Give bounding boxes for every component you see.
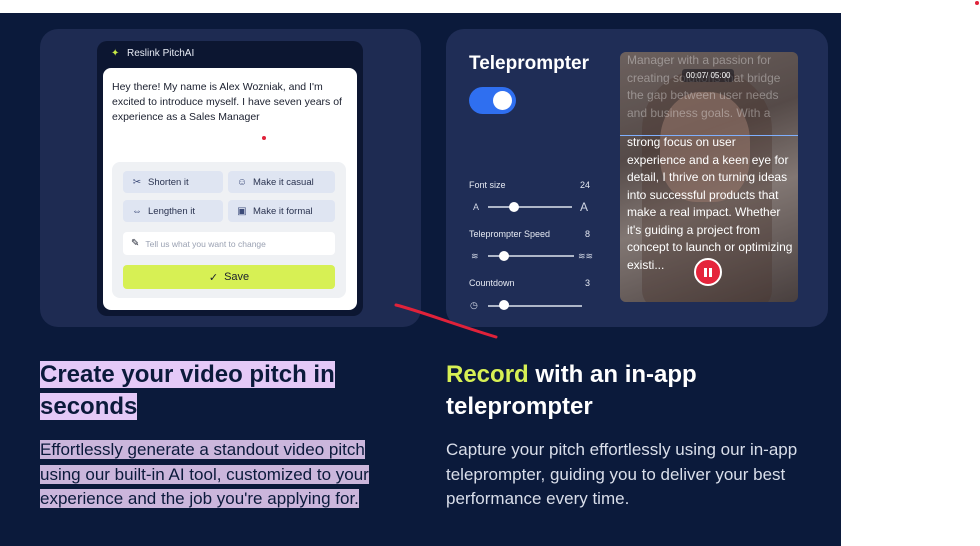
change-request-input[interactable]: ✎ Tell us what you want to change [123,232,335,255]
pause-icon-bar [704,267,707,277]
faded-script-text: Manager with a passion for creating solu… [627,53,781,120]
lengthen-button[interactable]: ⇔ Lengthen it [123,200,223,222]
check-icon: ✓ [208,271,219,284]
teleprompter-title: Teleprompter [469,53,590,74]
countdown-value: 3 [585,278,591,288]
shorten-label: Shorten it [148,176,189,188]
make-casual-label: Make it casual [253,176,314,188]
change-request-placeholder: Tell us what you want to change [145,238,266,249]
make-casual-button[interactable]: ☺ Make it casual [228,171,335,193]
create-pitch-heading-text: Create your video pitch in seconds [40,361,335,420]
scissors-icon: ✂ [132,176,142,188]
shorten-button[interactable]: ✂ Shorten it [123,171,223,193]
create-pitch-description: Effortlessly generate a standout video p… [40,438,410,512]
annotation-stroke [394,303,498,339]
record-heading-accent: Record [446,361,529,388]
font-size-label: Font size [469,180,506,190]
font-size-slider-handle[interactable] [509,202,519,212]
pitch-ai-card: ✦ Reslink PitchAI Hey there! My name is … [40,29,421,327]
recording-timer: 00:07/ 05:00 [682,69,735,82]
pitch-ai-header: ✦ Reslink PitchAI [111,48,194,59]
lengthen-label: Lengthen it [148,205,196,217]
pitch-message[interactable]: Hey there! My name is Alex Wozniak, and … [112,80,352,125]
teleprompter-card: Teleprompter Font size 24 A A Teleprompt… [446,29,828,327]
red-marker-dot [975,1,979,5]
speed-value: 8 [585,229,591,239]
make-formal-label: Make it formal [253,205,313,217]
slow-speed-icon: ≋ [471,251,479,261]
save-button[interactable]: ✓ Save [123,265,335,289]
magic-wand-icon: ✦ [111,47,120,59]
save-label: Save [224,271,250,283]
pitch-ai-panel: Hey there! My name is Alex Wozniak, and … [103,68,357,310]
magic-wand-icon: ✎ [131,238,140,249]
cursor-dot [262,136,266,140]
create-pitch-description-text: Effortlessly generate a standout video p… [40,440,369,508]
expand-icon: ⇔ [132,205,142,217]
font-size-track[interactable] [488,206,572,208]
pause-icon-bar [709,267,712,277]
briefcase-icon: ▣ [237,205,247,217]
record-heading: Record with an in-app teleprompter [446,359,796,423]
speed-label: Teleprompter Speed [469,229,551,239]
pause-record-button[interactable] [694,258,722,286]
speed-slider-handle[interactable] [499,251,509,261]
font-large-icon: A [580,200,589,214]
font-small-icon: A [473,202,480,212]
pitch-ai-window: ✦ Reslink PitchAI Hey there! My name is … [97,41,363,316]
fast-speed-icon: ≋≋ [578,251,594,261]
record-description: Capture your pitch effortlessly using ou… [446,440,798,508]
casual-icon: ☺ [236,176,248,188]
script-text: strong focus on user experience and a ke… [627,135,793,272]
pitch-ai-title: Reslink PitchAI [127,48,195,59]
countdown-label: Countdown [469,278,515,288]
make-formal-button[interactable]: ▣ Make it formal [228,200,335,222]
toggle-knob [493,91,512,110]
teleprompter-toggle[interactable] [469,87,516,114]
create-pitch-heading: Create your video pitch in seconds [40,359,370,423]
video-preview: Manager with a passion for creating solu… [620,52,798,302]
rewrite-tools: ✂ Shorten it ☺ Make it casual ⇔ Lengthen… [112,162,346,298]
top-white-strip [0,0,980,13]
font-size-value: 24 [580,180,591,190]
